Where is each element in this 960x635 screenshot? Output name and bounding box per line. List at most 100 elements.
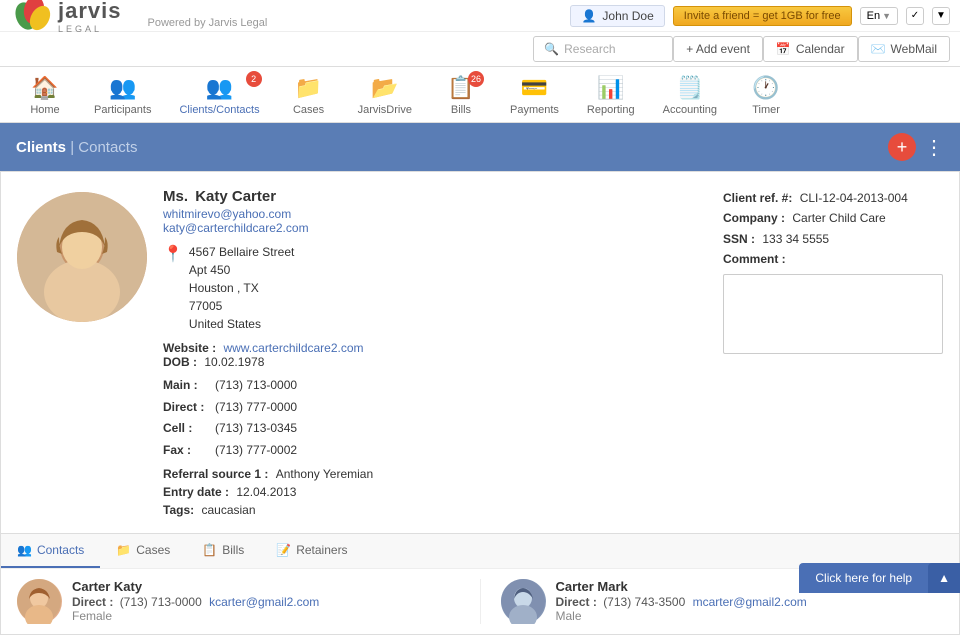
help-button[interactable]: Click here for help ▲ (799, 563, 960, 593)
calendar-icon: 📅 (776, 42, 791, 56)
contact-gender-katy: Female (72, 609, 319, 623)
sidebar-item-jarvisdrive[interactable]: 📂 JarvisDrive (344, 67, 426, 122)
nav-label-participants: Participants (94, 104, 151, 116)
cell-label: Cell : (163, 418, 215, 440)
tab-retainers[interactable]: 📝 Retainers (260, 534, 363, 568)
sidebar-item-accounting[interactable]: 🗒️ Accounting (649, 67, 731, 122)
page-title: Clients (16, 139, 66, 156)
participants-icon: 👥 (109, 75, 136, 101)
sidebar-item-timer[interactable]: 🕐 Timer (731, 67, 801, 122)
bills-tab-icon: 📋 (202, 543, 217, 557)
main-label: Main : (163, 375, 215, 397)
clients-icon: 👥 (206, 75, 233, 101)
sidebar-item-participants[interactable]: 👥 Participants (80, 67, 165, 122)
contact-email-link-mark[interactable]: mcarter@gmail2.com (693, 595, 807, 609)
client-prefix: Ms. (163, 188, 188, 205)
webmail-icon: ✉️ (871, 42, 886, 56)
user-name: John Doe (602, 9, 653, 23)
cases-tab-icon: 📁 (116, 543, 131, 557)
contact-avatar-mark (501, 579, 546, 624)
client-entry-date: 12.04.2013 (236, 485, 296, 499)
tags-label: Tags: (163, 503, 194, 517)
contact-phone-katy: Direct : (713) 713-0000 kcarter@gmail2.c… (72, 595, 319, 609)
profile-photo (17, 192, 147, 322)
client-referral: Anthony Yeremian (276, 467, 373, 481)
sidebar-item-clients[interactable]: 👥 2 Clients/Contacts (165, 67, 273, 122)
client-cell-phone: (713) 713-0345 (215, 418, 707, 440)
client-company: Carter Child Care (792, 211, 885, 225)
client-fax-phone: (713) 777-0002 (215, 440, 707, 462)
sidebar-item-reporting[interactable]: 📊 Reporting (573, 67, 649, 122)
lang-label: En (867, 10, 880, 22)
client-website[interactable]: www.carterchildcare2.com (223, 341, 363, 355)
add-contact-button[interactable]: + (888, 133, 916, 161)
menu-caret-icon[interactable]: ▼ (932, 7, 950, 25)
notifications-icon[interactable]: ✓ (906, 7, 924, 25)
webmail-button[interactable]: ✉️ WebMail (858, 36, 950, 62)
contact-name-katy: Carter Katy (72, 579, 319, 594)
powered-by: Powered by Jarvis Legal (148, 17, 268, 29)
entry-date-label: Entry date : (163, 485, 229, 499)
more-options-button[interactable]: ⋮ (924, 135, 944, 160)
nav-label-bills: Bills (451, 104, 471, 116)
main-navigation: 🏠 Home 👥 Participants 👥 2 Clients/Contac… (0, 67, 960, 123)
calendar-button[interactable]: 📅 Calendar (763, 36, 858, 62)
help-expand-button[interactable]: ▲ (928, 563, 960, 593)
referral-label: Referral source 1 : (163, 467, 268, 481)
sidebar-item-bills[interactable]: 📋 26 Bills (426, 67, 496, 122)
nav-label-reporting: Reporting (587, 104, 635, 116)
add-event-button[interactable]: + Add event (673, 36, 763, 62)
ssn-label: SSN : (723, 232, 755, 246)
nav-label-timer: Timer (752, 104, 780, 116)
nav-label-clients: Clients/Contacts (179, 104, 259, 116)
sidebar-item-cases[interactable]: 📁 Cases (274, 67, 344, 122)
client-address: 4567 Bellaire Street Apt 450 Houston , T… (189, 243, 294, 333)
accounting-icon: 🗒️ (676, 75, 703, 101)
list-item: Carter Katy Direct : (713) 713-0000 kcar… (17, 579, 460, 624)
tab-cases[interactable]: 📁 Cases (100, 534, 186, 568)
sidebar-item-home[interactable]: 🏠 Home (10, 67, 80, 122)
contact-info-mark: Carter Mark Direct : (713) 743-3500 mcar… (556, 579, 807, 623)
client-email2[interactable]: katy@carterchildcare2.com (163, 221, 707, 235)
client-tags: caucasian (201, 503, 255, 517)
home-icon: 🏠 (31, 75, 58, 101)
tab-contacts[interactable]: 👥 Contacts (1, 534, 100, 568)
nav-label-accounting: Accounting (663, 104, 717, 116)
cases-icon: 📁 (295, 75, 322, 101)
address-pin-icon: 📍 (163, 244, 183, 264)
nav-label-cases: Cases (293, 104, 324, 116)
logo-name: jarvis (58, 0, 122, 24)
comment-textarea[interactable] (723, 274, 943, 354)
nav-badge-clients: 2 (246, 71, 262, 87)
contacts-tab-icon: 👥 (17, 543, 32, 557)
contact-gender-mark: Male (556, 609, 807, 623)
direct-label: Direct : (163, 397, 215, 419)
contact-phone-mark: Direct : (713) 743-3500 mcarter@gmail2.c… (556, 595, 807, 609)
website-label: Website : (163, 341, 216, 355)
timer-icon: 🕐 (752, 75, 779, 101)
nav-label-payments: Payments (510, 104, 559, 116)
nav-label-jarvisdrive: JarvisDrive (358, 104, 412, 116)
help-expand-icon: ▲ (938, 571, 950, 585)
tab-bills[interactable]: 📋 Bills (186, 534, 260, 568)
nav-label-home: Home (30, 104, 59, 116)
language-selector[interactable]: En ▼ (860, 7, 898, 25)
contact-email-link-katy[interactable]: kcarter@gmail2.com (209, 595, 319, 609)
search-placeholder: Research (564, 42, 615, 56)
search-input[interactable]: 🔍 Research (533, 36, 673, 62)
client-name: Katy Carter (195, 188, 276, 205)
user-icon: 👤 (581, 9, 596, 23)
client-profile: Ms. Katy Carter whitmirevo@yahoo.com kat… (1, 172, 959, 533)
sidebar-item-payments[interactable]: 💳 Payments (496, 67, 573, 122)
client-email1[interactable]: whitmirevo@yahoo.com (163, 207, 707, 221)
contact-avatar-katy (17, 579, 62, 624)
client-ssn: 133 34 5555 (762, 232, 829, 246)
page-breadcrumb: Clients | Contacts (16, 139, 137, 156)
invite-button[interactable]: Invite a friend = get 1GB for free (673, 6, 852, 26)
jarvisdrive-icon: 📂 (371, 75, 398, 101)
company-label: Company : (723, 211, 785, 225)
client-main-phone: (713) 713-0000 (215, 375, 707, 397)
client-right-panel: Client ref. #: CLI-12-04-2013-004 Compan… (723, 188, 943, 517)
comment-label: Comment : (723, 252, 786, 266)
client-dob: 10.02.1978 (204, 355, 264, 369)
